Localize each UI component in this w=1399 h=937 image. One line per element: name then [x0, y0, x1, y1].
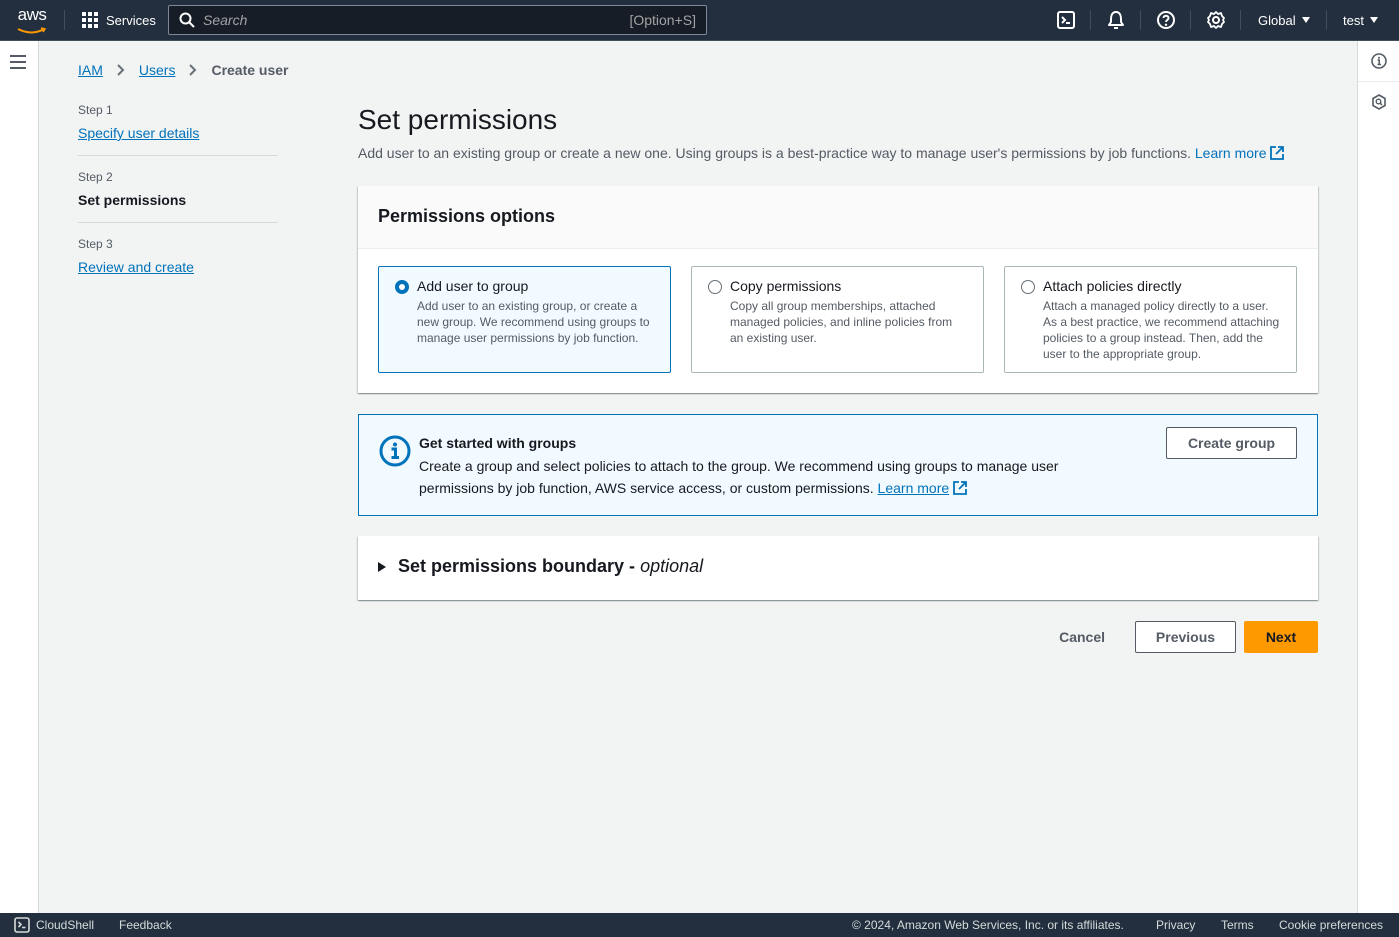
- learn-more-link[interactable]: Learn more: [1195, 145, 1285, 161]
- page-title: Set permissions: [358, 104, 558, 135]
- wizard-step-3: Step 3 Review and create: [78, 237, 278, 289]
- boundary-optional-label: optional: [640, 556, 704, 576]
- info-icon: [379, 435, 411, 467]
- cloudshell-icon[interactable]: [1056, 10, 1076, 30]
- chevron-right-icon: [189, 64, 197, 76]
- account-menu[interactable]: test: [1343, 0, 1378, 40]
- breadcrumb-current: Create user: [211, 62, 289, 78]
- services-label: Services: [106, 12, 156, 28]
- privacy-link[interactable]: Privacy: [1156, 913, 1195, 937]
- caret-down-icon: [1369, 17, 1378, 23]
- cloudshell-label: CloudShell: [36, 918, 95, 932]
- option-attach-policies-directly[interactable]: Attach policies directly Attach a manage…: [1004, 266, 1297, 373]
- account-label: test: [1343, 12, 1364, 28]
- next-button[interactable]: Next: [1244, 621, 1318, 653]
- menu-hamburger-icon[interactable]: [10, 55, 26, 69]
- breadcrumb-users[interactable]: Users: [139, 62, 176, 78]
- permissions-options-container: Permissions options Add user to group Ad…: [358, 186, 1318, 393]
- option-description: Copy all group memberships, attached man…: [730, 299, 953, 345]
- previous-button[interactable]: Previous: [1135, 621, 1236, 653]
- option-add-user-to-group[interactable]: Add user to group Add user to an existin…: [378, 266, 671, 373]
- help-icon[interactable]: [1156, 10, 1176, 30]
- chevron-right-icon: [117, 64, 125, 76]
- settings-gear-icon[interactable]: [1206, 10, 1226, 30]
- option-copy-permissions[interactable]: Copy permissions Copy all group membersh…: [691, 266, 984, 373]
- wizard-steps: Step 1 Specify user details Step 2 Set p…: [78, 103, 278, 303]
- notifications-bell-icon[interactable]: [1106, 10, 1126, 30]
- region-label: Global: [1258, 12, 1296, 28]
- info-learn-more-link[interactable]: Learn more: [878, 480, 968, 496]
- radio-button[interactable]: [1021, 280, 1035, 294]
- caret-right-icon: [378, 561, 386, 572]
- top-navigation: aws Services [Option+S]: [0, 0, 1399, 41]
- nav-divider: [1326, 10, 1327, 30]
- permissions-boundary-section: Set permissions boundary - optional: [358, 536, 1318, 600]
- learn-more-label: Learn more: [1194, 145, 1267, 161]
- wizard-actions: Cancel Previous Next: [1037, 621, 1318, 653]
- search-shortcut: [Option+S]: [629, 12, 696, 28]
- left-navigation-rail: [0, 41, 39, 913]
- terms-link[interactable]: Terms: [1221, 913, 1254, 937]
- cookie-preferences-link[interactable]: Cookie preferences: [1279, 913, 1383, 937]
- services-menu-button[interactable]: Services: [82, 0, 156, 40]
- create-group-button[interactable]: Create group: [1166, 427, 1297, 459]
- boundary-title: Set permissions boundary -: [398, 556, 636, 576]
- nav-divider: [1190, 10, 1191, 30]
- region-selector[interactable]: Global: [1258, 0, 1310, 40]
- option-title: Attach policies directly: [1043, 278, 1182, 294]
- step-number: Step 2: [78, 170, 113, 184]
- info-text: Create a group and select policies to at…: [419, 455, 1099, 499]
- get-started-info-alert: Get started with groups Create a group a…: [358, 414, 1318, 516]
- feedback-link[interactable]: Feedback: [119, 913, 172, 937]
- step-current-set-permissions: Set permissions: [78, 192, 187, 208]
- nav-divider: [1240, 10, 1241, 30]
- cloudshell-button[interactable]: CloudShell: [14, 913, 94, 937]
- right-tools-rail: [1357, 41, 1399, 913]
- caret-down-icon: [1301, 17, 1310, 23]
- radio-button-selected[interactable]: [395, 280, 409, 294]
- page-description: Add user to an existing group or create …: [358, 145, 1285, 161]
- search-bar[interactable]: [Option+S]: [168, 5, 707, 35]
- info-circle-icon: [1371, 53, 1387, 69]
- description-text: Add user to an existing group or create …: [358, 145, 1191, 161]
- breadcrumb: IAM Users Create user: [78, 62, 289, 78]
- nav-divider: [1090, 10, 1091, 30]
- wizard-step-1: Step 1 Specify user details: [78, 103, 278, 156]
- search-input[interactable]: [203, 12, 630, 28]
- permissions-option-tiles: Add user to group Add user to an existin…: [378, 266, 1297, 373]
- step-link-specify-user-details[interactable]: Specify user details: [78, 125, 278, 141]
- option-title: Add user to group: [417, 278, 529, 294]
- cloudshell-icon: [14, 917, 30, 933]
- step-number: Step 3: [78, 237, 113, 251]
- learn-more-label: Learn more: [877, 480, 950, 496]
- search-icon: [179, 12, 195, 28]
- aws-smile-icon: [17, 27, 47, 34]
- nav-divider: [64, 10, 65, 30]
- wizard-step-2: Step 2 Set permissions: [78, 170, 278, 223]
- option-title: Copy permissions: [730, 278, 842, 294]
- option-description: Add user to an existing group, or create…: [417, 299, 650, 345]
- external-link-icon: [953, 481, 968, 495]
- step-link-review-and-create[interactable]: Review and create: [78, 259, 278, 275]
- option-description: Attach a managed policy directly to a us…: [1043, 299, 1280, 361]
- aws-logo[interactable]: aws: [16, 6, 48, 34]
- radio-button[interactable]: [708, 280, 722, 294]
- breadcrumb-iam[interactable]: IAM: [78, 62, 103, 78]
- console-footer: CloudShell Feedback © 2024, Amazon Web S…: [0, 913, 1399, 937]
- permissions-options-header: Permissions options: [358, 186, 1318, 249]
- hexagon-search-icon: [1372, 94, 1386, 110]
- external-link-icon: [1270, 146, 1285, 160]
- info-title: Get started with groups: [419, 435, 577, 451]
- nav-divider: [1140, 10, 1141, 30]
- permissions-boundary-toggle[interactable]: Set permissions boundary - optional: [378, 556, 703, 577]
- info-panel-button[interactable]: [1358, 41, 1399, 81]
- cancel-button[interactable]: Cancel: [1037, 621, 1127, 653]
- copyright-text: © 2024, Amazon Web Services, Inc. or its…: [852, 918, 1124, 932]
- step-number: Step 1: [78, 103, 113, 117]
- security-panel-button[interactable]: [1358, 82, 1399, 122]
- services-grid-icon: [82, 12, 98, 28]
